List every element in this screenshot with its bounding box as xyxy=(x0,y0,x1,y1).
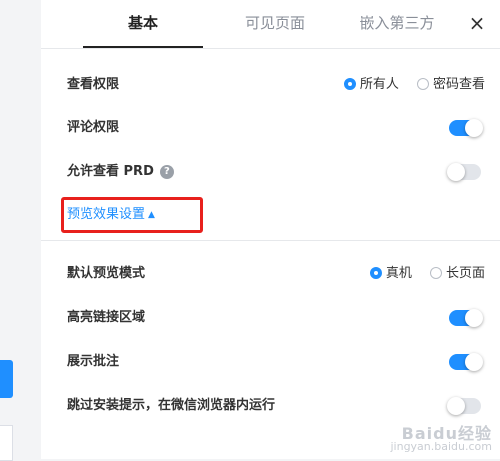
highlight-links-label: 高亮链接区域 xyxy=(67,310,146,325)
comment-permission-row: 评论权限 xyxy=(67,116,485,140)
skip-install-tip-toggle[interactable] xyxy=(447,397,481,415)
toggle-knob xyxy=(465,353,483,371)
comment-permission-toggle[interactable] xyxy=(449,119,483,137)
radio-unchecked-icon xyxy=(416,78,429,90)
skip-install-tip-label: 跳过安装提示，在微信浏览器内运行 xyxy=(67,398,276,413)
radio-device[interactable]: 真机 xyxy=(369,262,412,286)
view-permission-options: 所有人 密码查看 xyxy=(330,73,485,97)
default-preview-mode-options: 真机 长页面 xyxy=(356,262,485,286)
radio-long-page[interactable]: 长页面 xyxy=(429,262,485,286)
tab-basic[interactable]: 基本 xyxy=(83,0,203,48)
background-white-box xyxy=(0,425,13,461)
show-annotations-toggle[interactable] xyxy=(449,353,483,371)
toggle-knob xyxy=(447,397,465,415)
comment-permission-label: 评论权限 xyxy=(67,120,120,135)
section-divider xyxy=(41,240,500,241)
radio-checked-icon xyxy=(343,78,356,90)
help-icon[interactable]: ? xyxy=(159,165,174,179)
toggle-knob xyxy=(465,119,483,137)
highlight-links-row: 高亮链接区域 xyxy=(67,306,485,330)
radio-unchecked-icon xyxy=(429,267,442,279)
tab-bar: 基本 可见页面 嵌入第三方 × xyxy=(41,0,500,49)
close-icon[interactable]: × xyxy=(463,9,491,37)
allow-view-prd-row: 允许查看 PRD? xyxy=(67,160,485,184)
preview-settings-link[interactable]: 预览效果设置 ▲ xyxy=(61,197,203,233)
allow-view-prd-toggle[interactable] xyxy=(447,163,481,181)
background-blue-button xyxy=(0,360,13,398)
view-permission-row: 查看权限 所有人 密码查看 xyxy=(67,73,485,97)
tab-visible-pages[interactable]: 可见页面 xyxy=(213,0,337,46)
view-permission-label: 查看权限 xyxy=(67,77,120,92)
highlight-links-toggle[interactable] xyxy=(449,309,483,327)
watermark: Baidu经验 jingyan.baidu.com xyxy=(390,424,492,454)
tab-embed-third-party[interactable]: 嵌入第三方 xyxy=(335,0,459,46)
show-annotations-label: 展示批注 xyxy=(67,354,120,369)
radio-password-view[interactable]: 密码查看 xyxy=(416,73,485,97)
settings-panel: 基本 可见页面 嵌入第三方 × 查看权限 所有人 密码查看 评论权限 允许查看 … xyxy=(41,0,500,459)
allow-view-prd-label: 允许查看 PRD? xyxy=(67,160,174,184)
skip-install-tip-row: 跳过安装提示，在微信浏览器内运行 xyxy=(67,394,485,418)
default-preview-mode-label: 默认预览模式 xyxy=(67,266,146,281)
radio-everyone[interactable]: 所有人 xyxy=(343,73,399,97)
default-preview-mode-row: 默认预览模式 真机 长页面 xyxy=(67,262,485,286)
show-annotations-row: 展示批注 xyxy=(67,350,485,374)
toggle-knob xyxy=(447,163,465,181)
toggle-knob xyxy=(465,309,483,327)
highlight-box xyxy=(61,197,203,233)
radio-checked-icon xyxy=(369,267,382,279)
